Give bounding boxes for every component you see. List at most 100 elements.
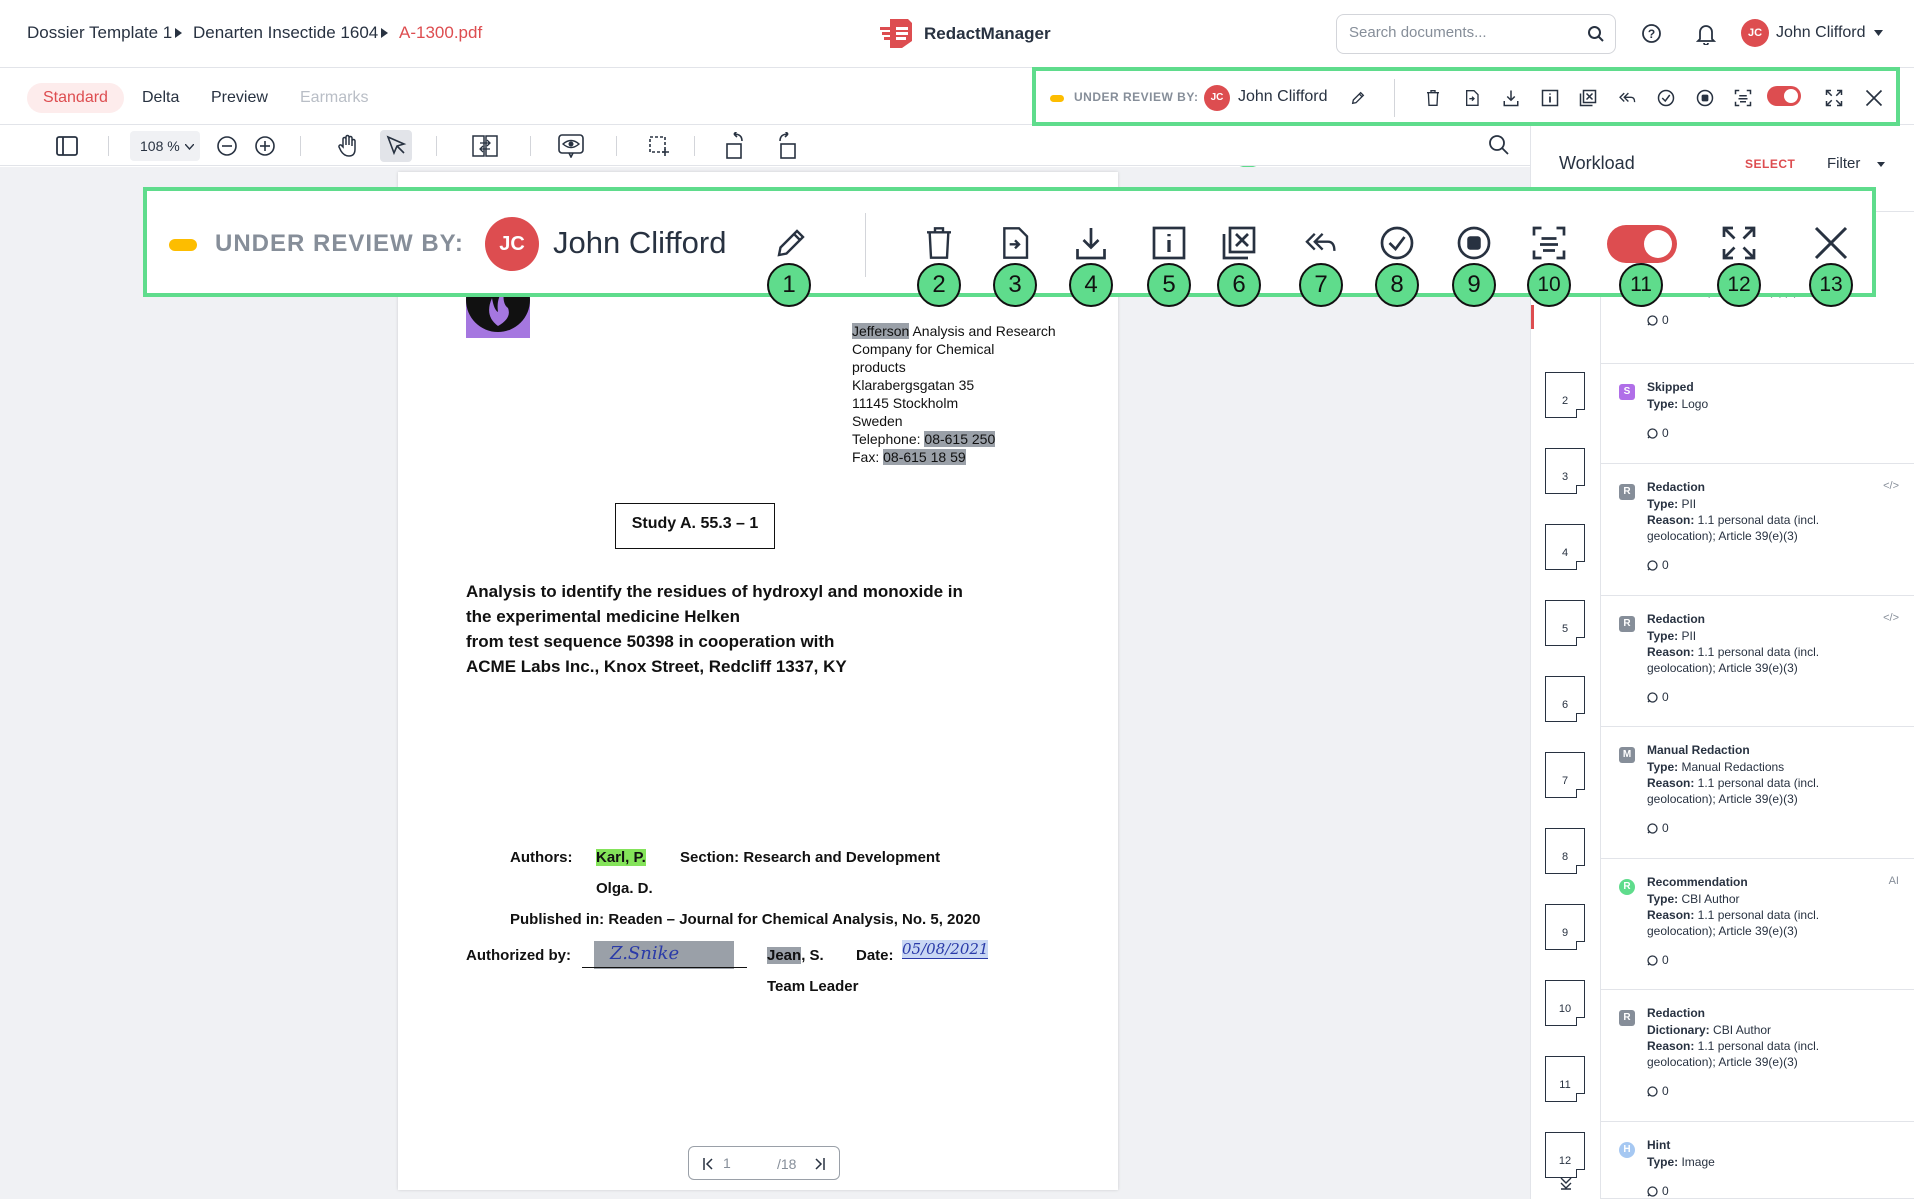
redacted-fax[interactable]: 08-615 18 59: [883, 449, 966, 465]
tab-delta[interactable]: Delta: [126, 83, 195, 113]
annotation-card[interactable]: R Redaction Dictionary: CBI Author Reason: …: [1601, 990, 1914, 1122]
filter-button[interactable]: Filter: [1827, 155, 1860, 172]
edit-reviewer-icon[interactable]: [1350, 90, 1366, 106]
page-thumbnail[interactable]: 2: [1545, 372, 1585, 418]
page-thumbnail[interactable]: 11: [1545, 1056, 1585, 1102]
redacted-signer[interactable]: Jean: [767, 947, 802, 964]
stop-icon[interactable]: [1696, 89, 1714, 107]
edit-reviewer-icon[interactable]: [773, 225, 809, 261]
search-icon[interactable]: [1587, 25, 1605, 43]
annotation-card[interactable]: M Manual Redaction Type: Manual Redactions…: [1601, 727, 1914, 859]
annotation-detail: Type: PII: [1647, 497, 1697, 511]
notifications-bell-icon[interactable]: [1696, 23, 1716, 45]
stop-icon[interactable]: [1456, 225, 1492, 261]
toggle-switch[interactable]: [1607, 225, 1677, 263]
info-icon[interactable]: [1541, 89, 1559, 107]
document-search-icon[interactable]: [1488, 134, 1510, 156]
breadcrumb-dossier-template[interactable]: Dossier Template 1: [27, 23, 172, 43]
tab-preview[interactable]: Preview: [195, 83, 284, 113]
scroll-down-icon[interactable]: [1559, 1176, 1573, 1190]
redacted-company[interactable]: Jefferson: [852, 323, 910, 339]
comment-count[interactable]: 0: [1647, 821, 1669, 835]
annotation-card[interactable]: R Recommendation Type: CBI Author Reason: 1…: [1601, 859, 1914, 990]
excluded-pages-icon[interactable]: [1579, 89, 1597, 107]
first-page-icon[interactable]: [703, 1158, 713, 1170]
tab-standard[interactable]: Standard: [27, 83, 124, 113]
comment-count[interactable]: 0: [1647, 690, 1669, 704]
download-icon[interactable]: [1502, 89, 1520, 107]
excluded-pages-icon[interactable]: [1221, 225, 1257, 261]
page-thumbnail[interactable]: 3: [1545, 448, 1585, 494]
user-menu-chevron-down-icon[interactable]: [1874, 30, 1883, 36]
page-thumbnail[interactable]: 5: [1545, 600, 1585, 646]
annotation-title: Recommendation: [1647, 875, 1748, 889]
help-icon[interactable]: ?: [1641, 23, 1662, 44]
page-thumbnail[interactable]: 12: [1545, 1132, 1585, 1178]
toggle-sidebar-icon[interactable]: [56, 136, 78, 156]
page-thumbnail[interactable]: 8: [1545, 828, 1585, 874]
comment-count[interactable]: 0: [1647, 313, 1669, 327]
comment-count[interactable]: 0: [1647, 426, 1669, 440]
delete-icon[interactable]: [923, 225, 955, 261]
ocr-icon[interactable]: [1531, 225, 1567, 261]
page-number-input[interactable]: [723, 1155, 763, 1171]
revert-icon[interactable]: [1303, 229, 1337, 257]
comment-count[interactable]: 0: [1647, 1084, 1669, 1098]
comment-count[interactable]: 0: [1647, 953, 1669, 967]
select-tool-button[interactable]: [380, 130, 412, 162]
page-thumbnail[interactable]: 10: [1545, 980, 1585, 1026]
toggle-switch[interactable]: [1767, 86, 1801, 106]
annotation-card[interactable]: S Skipped Type: Logo 0: [1601, 364, 1914, 464]
annotation-card[interactable]: H Hint Type: Image 0: [1601, 1122, 1914, 1199]
date-value[interactable]: 05/08/2021: [902, 940, 989, 959]
address-line: 11145 Stockholm: [852, 395, 959, 411]
page-thumbnail-number: 10: [1558, 1003, 1572, 1015]
assign-file-icon[interactable]: [999, 225, 1031, 261]
page-thumbnail[interactable]: 7: [1545, 752, 1585, 798]
separator: [694, 136, 695, 156]
annotation-card[interactable]: R Redaction Type: PII Reason: 1.1 personal …: [1601, 464, 1914, 596]
page-navigator: /18: [688, 1146, 840, 1180]
page-thumbnail[interactable]: 6: [1545, 676, 1585, 722]
close-icon[interactable]: [1813, 225, 1849, 261]
area-select-icon[interactable]: [648, 135, 670, 157]
user-avatar[interactable]: JC: [1741, 19, 1769, 47]
pan-hand-icon[interactable]: [337, 134, 359, 158]
zoom-out-icon[interactable]: [216, 135, 238, 157]
rotate-left-icon[interactable]: [724, 132, 746, 160]
rotate-right-icon[interactable]: [776, 132, 798, 160]
comment-count[interactable]: 0: [1647, 558, 1669, 572]
download-icon[interactable]: [1073, 225, 1109, 261]
comment-count[interactable]: 0: [1647, 1184, 1669, 1198]
page-thumbnail-number: 5: [1561, 623, 1569, 635]
fullscreen-icon[interactable]: [1721, 225, 1757, 261]
select-button[interactable]: SELECT: [1745, 157, 1795, 171]
redacted-signature[interactable]: Z.Snike: [594, 941, 734, 969]
page-thumbnail[interactable]: 9: [1545, 904, 1585, 950]
info-icon[interactable]: [1151, 225, 1187, 261]
annotation-detail: Type: PII: [1647, 629, 1697, 643]
approve-icon[interactable]: [1657, 89, 1675, 107]
revert-icon[interactable]: [1618, 90, 1636, 106]
redacted-telephone[interactable]: 08-615 250: [924, 431, 996, 447]
annotation-card[interactable]: R Redaction Type: PII Reason: 1.1 personal …: [1601, 596, 1914, 727]
close-icon[interactable]: [1865, 89, 1883, 107]
user-name[interactable]: John Clifford: [1776, 24, 1866, 42]
svg-text:?: ?: [1648, 27, 1655, 41]
ocr-icon[interactable]: [1734, 89, 1752, 107]
delete-icon[interactable]: [1425, 89, 1441, 107]
zoomed-actions-callout: UNDER REVIEW BY: JC John Clifford 1 2 3 …: [143, 187, 1876, 307]
page-thumbnail[interactable]: 4: [1545, 524, 1585, 570]
approve-icon[interactable]: [1379, 225, 1415, 261]
breadcrumb-dossier[interactable]: Denarten Insectide 1604: [193, 23, 378, 43]
assign-file-icon[interactable]: [1464, 89, 1480, 107]
signer-line: Jean, S.: [767, 947, 824, 964]
search-input[interactable]: [1349, 24, 1579, 41]
fullscreen-icon[interactable]: [1825, 89, 1843, 107]
recommendation-author[interactable]: Karl, P.: [596, 849, 646, 866]
compare-icon[interactable]: [472, 135, 498, 157]
zoom-level-select[interactable]: 108 %: [130, 131, 200, 161]
zoom-in-icon[interactable]: [254, 135, 276, 157]
preview-eye-icon[interactable]: [558, 134, 584, 158]
last-page-icon[interactable]: [815, 1158, 825, 1170]
